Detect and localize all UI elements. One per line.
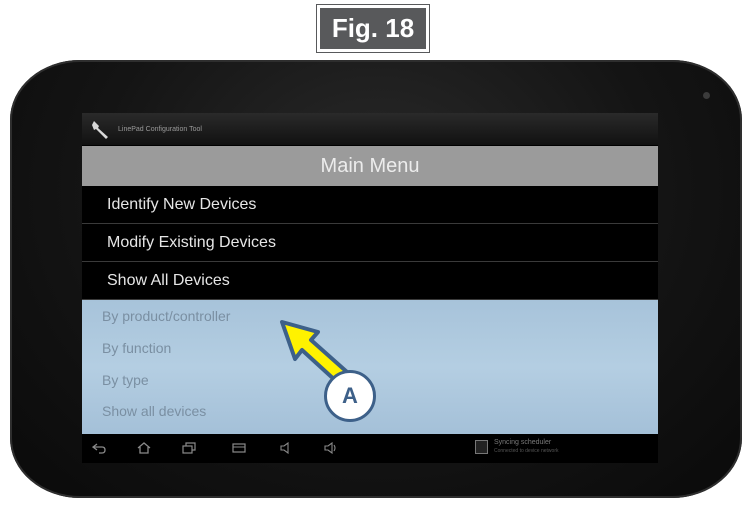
system-nav-bar: Syncing scheduler Connected to device ne… — [82, 434, 658, 463]
app-title: LinePad Configuration Tool — [118, 125, 202, 133]
notification-subtitle: Connected to device network — [494, 448, 559, 454]
volume-up-icon[interactable] — [324, 442, 338, 454]
figure-label: Fig. 18 — [316, 4, 430, 53]
menu-item-modify-existing-devices[interactable]: Modify Existing Devices — [82, 224, 658, 262]
submenu-item-by-function[interactable]: By function — [102, 340, 171, 356]
show-all-devices-submenu: By product/controller By function By typ… — [82, 300, 658, 434]
submenu-item-by-product-controller[interactable]: By product/controller — [102, 308, 230, 324]
wrench-icon — [92, 121, 108, 139]
home-icon[interactable] — [137, 442, 151, 454]
submenu-item-show-all-devices[interactable]: Show all devices — [102, 403, 206, 419]
notification-icon[interactable] — [475, 440, 488, 454]
callout-a-badge: A — [324, 370, 376, 422]
notification-title: Syncing scheduler — [494, 439, 552, 446]
menu-item-identify-new-devices[interactable]: Identify New Devices — [82, 186, 658, 224]
camera-icon — [703, 92, 710, 99]
notification-text[interactable]: Syncing scheduler Connected to device ne… — [494, 439, 558, 455]
recent-apps-icon[interactable] — [182, 442, 196, 454]
menu-item-show-all-devices[interactable]: Show All Devices — [82, 262, 658, 300]
volume-down-icon[interactable] — [279, 442, 293, 454]
back-icon[interactable] — [92, 442, 106, 454]
app-title-bar: LinePad Configuration Tool — [82, 113, 658, 145]
main-menu-header: Main Menu — [82, 146, 658, 186]
submenu-item-by-type[interactable]: By type — [102, 372, 149, 388]
screenshot-icon[interactable] — [232, 442, 246, 454]
